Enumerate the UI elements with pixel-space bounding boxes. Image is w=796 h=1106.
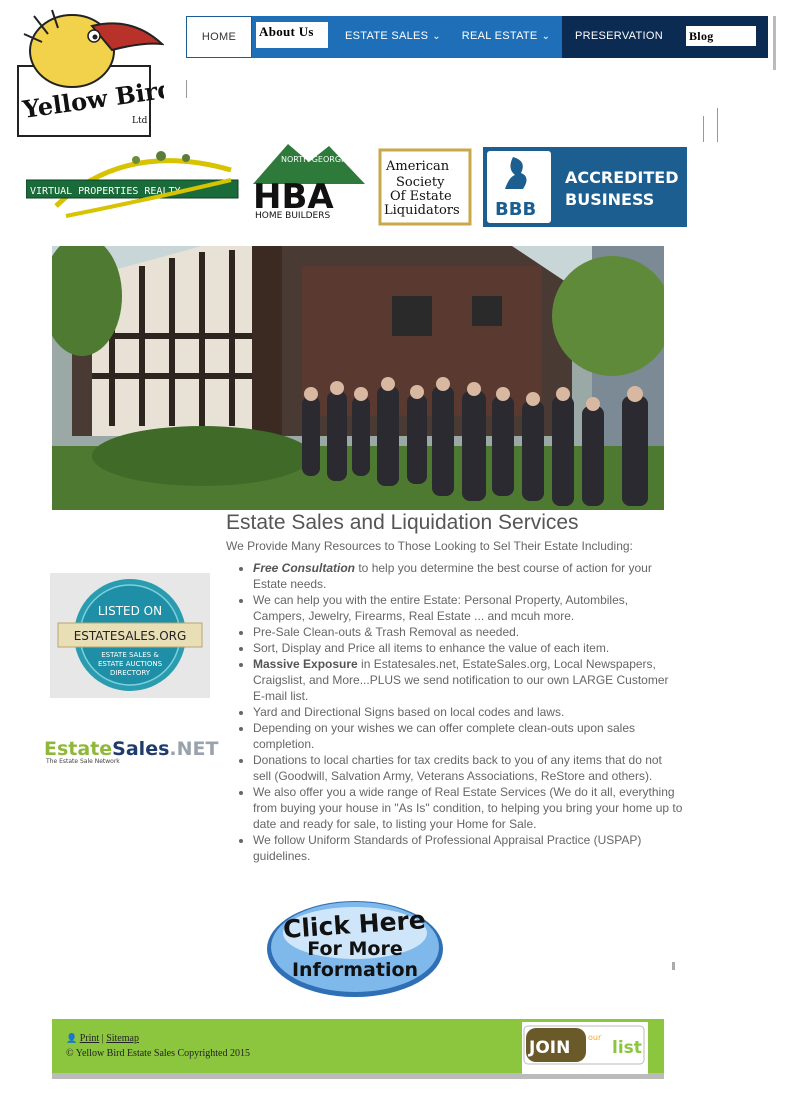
- chevron-down-icon: ⌄: [432, 31, 441, 42]
- click-here-button[interactable]: Click Here For More Information: [264, 895, 446, 998]
- es-net-tagline: The Estate Sale Network: [45, 758, 120, 765]
- nav-blog[interactable]: Blog: [676, 16, 768, 58]
- list-item-text: We can help you with the entire Estate: …: [253, 593, 629, 623]
- list-item-text: Depending on your wishes we can offer co…: [253, 721, 636, 751]
- nav-blog-label: Blog: [686, 26, 756, 46]
- asel-line-3: Of Estate: [390, 189, 452, 204]
- hba-top-text: NORTH GEORGIA: [281, 155, 349, 164]
- nav-estate-sales-label: ESTATE SALES: [345, 30, 429, 42]
- list-item: Sort, Display and Price all items to enh…: [253, 640, 683, 656]
- join-text: JOIN: [528, 1038, 570, 1058]
- es-org-sub3-text: DIRECTORY: [110, 669, 151, 677]
- list-item: We also offer you a wide range of Real E…: [253, 784, 683, 832]
- nav-estate-sales[interactable]: ESTATE SALES ⌄: [336, 16, 450, 58]
- list-item-text: Yard and Directional Signs based on loca…: [253, 705, 565, 719]
- es-org-name-text: ESTATESALES.ORG: [74, 629, 187, 643]
- logo-sub: Ltd: [132, 116, 148, 126]
- join-our-text: our: [588, 1033, 602, 1042]
- footer-links: 👤 Print | Sitemap: [66, 1033, 139, 1044]
- copyright-text: © Yellow Bird Estate Sales Copyrighted 2…: [66, 1048, 250, 1059]
- es-org-sub1-text: ESTATE SALES &: [101, 651, 159, 659]
- divider: [717, 108, 718, 142]
- es-org-top-text: LISTED ON: [98, 604, 162, 618]
- list-item-text: Sort, Display and Price all items to enh…: [253, 641, 610, 655]
- hero-photo: [52, 246, 664, 510]
- page-subtitle: We Provide Many Resources to Those Looki…: [226, 539, 633, 553]
- es-net-b: Sales: [112, 738, 169, 760]
- main-nav: HOME About Us ESTATE SALES ⌄ REAL ESTATE ⌄…: [186, 16, 768, 58]
- list-item-lead: Free Consultation: [253, 561, 356, 575]
- list-item: Massive Exposure in Estatesales.net, Est…: [253, 656, 683, 704]
- nav-home-label: HOME: [201, 31, 237, 43]
- nav-about-us[interactable]: About Us: [252, 16, 336, 58]
- chevron-down-icon: ⌄: [541, 31, 551, 42]
- bbb-line-1: ACCREDITED: [565, 168, 678, 187]
- es-net-a: Estate: [44, 738, 112, 760]
- es-org-sub2-text: ESTATE AUCTIONS: [98, 660, 163, 668]
- asel-line-2: Society: [396, 175, 445, 190]
- virtual-properties-badge[interactable]: VIRTUAL PROPERTIES REALTY: [25, 150, 240, 218]
- join-our-list-button[interactable]: JOIN our list: [522, 1022, 648, 1074]
- asel-line-4: Liquidators: [384, 203, 460, 218]
- page-title: Estate Sales and Liquidation Services: [226, 511, 579, 534]
- divider: [703, 116, 704, 142]
- cta-line-2: For More: [307, 938, 402, 960]
- svg-text:EstateSales.NET: EstateSales.NET: [44, 738, 218, 760]
- estatesales-org-badge[interactable]: LISTED ON ESTATESALES.ORG ESTATE SALES &…: [50, 573, 210, 698]
- divider: [186, 80, 187, 98]
- nav-preservation[interactable]: PRESERVATION: [562, 16, 676, 58]
- divider: [672, 962, 675, 970]
- nav-about-label: About Us: [256, 22, 328, 48]
- footer-separator: |: [101, 1033, 104, 1044]
- list-item-text: Donations to local charties for tax cred…: [253, 753, 662, 783]
- nav-real-estate[interactable]: REAL ESTATE ⌄: [450, 16, 562, 58]
- list-item: Pre-Sale Clean-outs & Trash Removal as n…: [253, 624, 683, 640]
- list-item: Depending on your wishes we can offer co…: [253, 720, 683, 752]
- es-net-c: .NET: [169, 738, 218, 760]
- asel-badge[interactable]: American Society Of Estate Liquidators: [378, 144, 472, 226]
- list-item-text: We follow Uniform Standards of Professio…: [253, 833, 642, 863]
- estatesales-net-logo[interactable]: EstateSales.NET The Estate Sale Network: [44, 737, 236, 765]
- list-item: Donations to local charties for tax cred…: [253, 752, 683, 784]
- sitemap-link[interactable]: Sitemap: [106, 1033, 139, 1044]
- services-list: Free Consultation to help you determine …: [234, 560, 683, 864]
- nav-preservation-label: PRESERVATION: [575, 30, 663, 42]
- bbb-text: BBB: [495, 199, 536, 220]
- asel-line-1: American: [385, 159, 450, 174]
- hba-sub-text: HOME BUILDERS: [255, 211, 330, 221]
- yellow-bird-logo[interactable]: Yellow Bird Ltd: [12, 6, 176, 141]
- list-item: Free Consultation to help you determine …: [253, 560, 683, 592]
- divider: [773, 16, 776, 70]
- print-link[interactable]: Print: [80, 1033, 99, 1044]
- join-list-text: list: [612, 1038, 642, 1058]
- nav-real-estate-label: REAL ESTATE: [461, 30, 538, 42]
- cta-line-3: Information: [292, 959, 418, 981]
- nav-home[interactable]: HOME: [186, 16, 252, 58]
- bbb-line-2: BUSINESS: [565, 190, 654, 209]
- bbb-accredited-badge[interactable]: BBB ACCREDITED BUSINESS: [483, 147, 687, 227]
- list-item-text: We also offer you a wide range of Real E…: [253, 785, 683, 831]
- list-item-text: Pre-Sale Clean-outs & Trash Removal as n…: [253, 625, 520, 639]
- print-icon[interactable]: 👤: [66, 1033, 77, 1043]
- footer: 👤 Print | Sitemap © Yellow Bird Estate S…: [52, 1019, 664, 1079]
- list-item: We follow Uniform Standards of Professio…: [253, 832, 683, 864]
- list-item: We can help you with the entire Estate: …: [253, 592, 683, 624]
- list-item-lead: Massive Exposure: [253, 657, 358, 671]
- list-item: Yard and Directional Signs based on loca…: [253, 704, 683, 720]
- hba-badge[interactable]: NORTH GEORGIA HBA HOME BUILDERS: [253, 144, 365, 224]
